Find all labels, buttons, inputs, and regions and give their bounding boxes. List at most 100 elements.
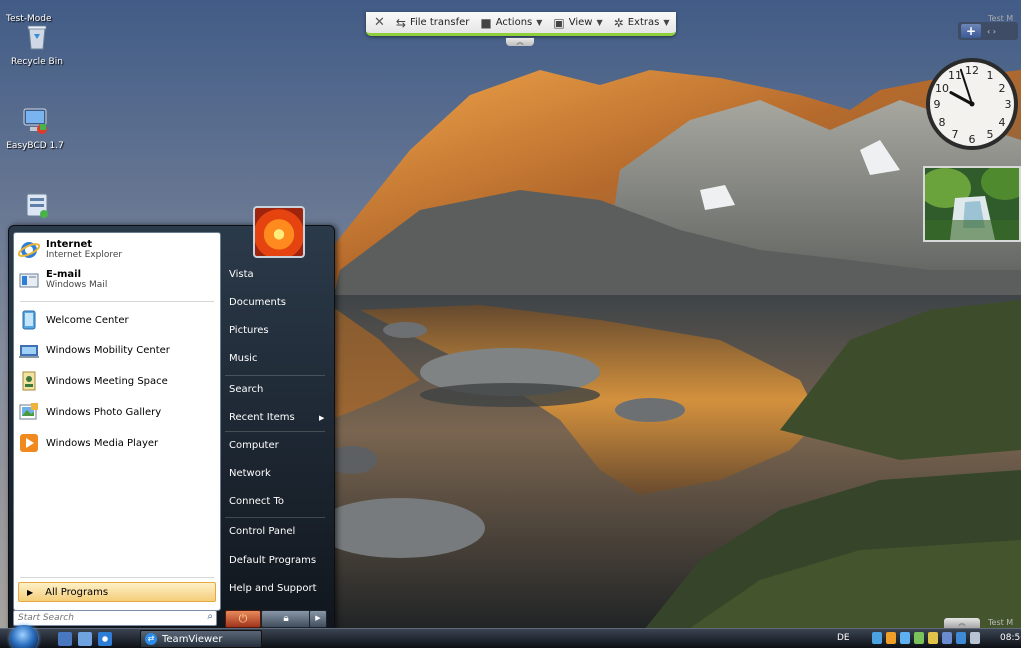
- power-icon: ⏻: [238, 612, 248, 625]
- right-item-pictures[interactable]: Pictures: [229, 325, 329, 336]
- pinned-item-internet[interactable]: Internet Internet Explorer: [18, 237, 216, 263]
- recent-item-label: Welcome Center: [46, 314, 129, 326]
- close-session-button[interactable]: ✕: [374, 15, 385, 30]
- sidebar-gadget-bar: + ‹ ›: [958, 22, 1018, 40]
- windows-mail-icon: [19, 273, 39, 288]
- actions-menu-button[interactable]: ■ Actions ▼: [480, 16, 542, 30]
- power-button[interactable]: ⏻: [225, 610, 261, 628]
- file-transfer-icon: ⇆: [395, 15, 406, 30]
- search-icon[interactable]: ⌕: [207, 611, 213, 622]
- teamviewer-icon: ⇄: [145, 633, 157, 645]
- right-item-control-panel[interactable]: Control Panel: [229, 526, 329, 537]
- desktop-icon-label: EasyBCD 1.7: [6, 141, 64, 151]
- tray-app-icon[interactable]: [914, 632, 924, 644]
- desktop-icon-recycle-bin[interactable]: Recycle Bin: [4, 22, 70, 67]
- taskbar: ⇄ TeamViewer DE 08:56: [0, 625, 1021, 648]
- pinned-item-title: Internet: [46, 239, 93, 250]
- gadget-nav-arrows[interactable]: ‹ ›: [987, 27, 996, 36]
- chevron-right-icon: ▶: [315, 614, 321, 622]
- right-separator: [225, 431, 325, 432]
- svg-text:12: 12: [965, 64, 979, 77]
- right-item-computer[interactable]: Computer: [229, 440, 329, 451]
- all-programs-button[interactable]: ▶ All Programs: [18, 582, 216, 602]
- pinned-item-subtitle: Internet Explorer: [46, 250, 123, 260]
- start-button[interactable]: [10, 625, 38, 648]
- clock-gadget[interactable]: 12 3 6 9 1 2 4 5 7 8 10 11: [922, 54, 1021, 154]
- welcome-center-icon: [22, 310, 36, 330]
- recycle-bin-icon: [27, 25, 47, 50]
- language-indicator[interactable]: DE: [837, 633, 850, 643]
- chevron-down-icon: ▼: [596, 18, 603, 27]
- view-menu-button[interactable]: ▣ View ▼: [553, 16, 602, 30]
- recent-item-welcome-center[interactable]: Welcome Center: [18, 307, 216, 333]
- desktop-icon-easybcd[interactable]: EasyBCD 1.7: [2, 106, 68, 151]
- recent-item-photo-gallery[interactable]: Windows Photo Gallery: [18, 399, 216, 425]
- internet-explorer-icon: [18, 242, 40, 258]
- tray-clock[interactable]: 08:56: [1000, 633, 1021, 643]
- desktop-icon-label: Recycle Bin: [11, 57, 63, 67]
- add-gadget-button[interactable]: +: [961, 24, 981, 38]
- svg-text:6: 6: [969, 133, 976, 146]
- pinned-separator: [20, 301, 214, 302]
- desktop-icon-test-program[interactable]: [4, 190, 70, 225]
- media-player-icon: [20, 434, 38, 452]
- extras-label: Extras: [627, 17, 660, 28]
- pinned-item-subtitle: Windows Mail: [46, 280, 108, 290]
- all-programs-label: All Programs: [45, 586, 109, 598]
- tray-app-icon[interactable]: [900, 632, 910, 644]
- actions-icon: ■: [480, 15, 492, 30]
- tray-app-icon[interactable]: [942, 632, 952, 644]
- start-menu-programs-pane: Internet Internet Explorer E-mail Window…: [13, 232, 221, 611]
- right-item-network[interactable]: Network: [229, 468, 329, 479]
- recent-item-label: Windows Meeting Space: [46, 375, 168, 387]
- user-account-picture[interactable]: [253, 206, 305, 258]
- recent-item-media-player[interactable]: Windows Media Player: [18, 430, 216, 456]
- right-item-default-programs[interactable]: Default Programs: [229, 555, 329, 566]
- desktop: Test-Mode Recycle Bin EasyBCD 1.7 ✕ ⇆ Fi…: [0, 0, 1021, 648]
- svg-text:5: 5: [987, 128, 994, 141]
- tray-app-icon[interactable]: [928, 632, 938, 644]
- volume-icon[interactable]: [970, 632, 980, 644]
- actions-label: Actions: [495, 17, 533, 28]
- view-icon: ▣: [553, 15, 565, 30]
- taskbar-button-teamviewer[interactable]: ⇄ TeamViewer: [140, 630, 262, 648]
- lock-button[interactable]: 🔒︎: [261, 610, 311, 628]
- svg-text:1: 1: [987, 69, 994, 82]
- right-item-music[interactable]: Music: [229, 353, 329, 364]
- right-item-help-and-support[interactable]: Help and Support: [229, 583, 329, 594]
- recent-item-meeting-space[interactable]: Windows Meeting Space: [18, 368, 216, 394]
- right-item-vista[interactable]: Vista: [229, 269, 329, 280]
- all-programs-separator: [20, 577, 214, 578]
- show-desktop-icon[interactable]: [58, 632, 72, 646]
- right-item-connect-to[interactable]: Connect To: [229, 496, 329, 507]
- svg-text:2: 2: [999, 82, 1006, 95]
- test-program-icon: [26, 193, 48, 218]
- slideshow-gadget[interactable]: [923, 166, 1021, 242]
- right-item-documents[interactable]: Documents: [229, 297, 329, 308]
- svg-text:3: 3: [1005, 98, 1012, 111]
- recent-item-mobility-center[interactable]: Windows Mobility Center: [18, 337, 216, 363]
- tray-app-icon[interactable]: [872, 632, 882, 644]
- svg-text:4: 4: [999, 116, 1006, 129]
- tray-app-icon[interactable]: [886, 632, 896, 644]
- sidebar-collapse-tab[interactable]: ︽: [944, 618, 980, 628]
- start-search-input[interactable]: [14, 611, 196, 625]
- extras-menu-button[interactable]: ✲ Extras ▼: [614, 16, 670, 30]
- start-search-box[interactable]: ⌕: [13, 610, 217, 626]
- switch-windows-icon[interactable]: [78, 632, 92, 646]
- photo-gallery-icon: [19, 403, 38, 420]
- chevron-right-icon: ▶: [319, 414, 325, 422]
- internet-explorer-icon[interactable]: [98, 632, 112, 646]
- lock-icon: 🔒︎: [283, 613, 289, 624]
- file-transfer-button[interactable]: ⇆ File transfer: [396, 16, 469, 30]
- svg-text:11: 11: [948, 69, 962, 82]
- quick-launch-bar: [58, 632, 112, 646]
- pinned-item-title: E-mail: [46, 269, 82, 280]
- right-item-search[interactable]: Search: [229, 384, 329, 395]
- right-item-recent-items[interactable]: Recent Items: [229, 412, 329, 423]
- chevron-right-icon: ▶: [27, 587, 34, 597]
- shutdown-options-button[interactable]: ▶: [309, 610, 327, 628]
- toolbar-collapse-handle[interactable]: ︽: [506, 38, 534, 46]
- network-icon[interactable]: [956, 632, 966, 644]
- pinned-item-email[interactable]: E-mail Windows Mail: [18, 267, 216, 293]
